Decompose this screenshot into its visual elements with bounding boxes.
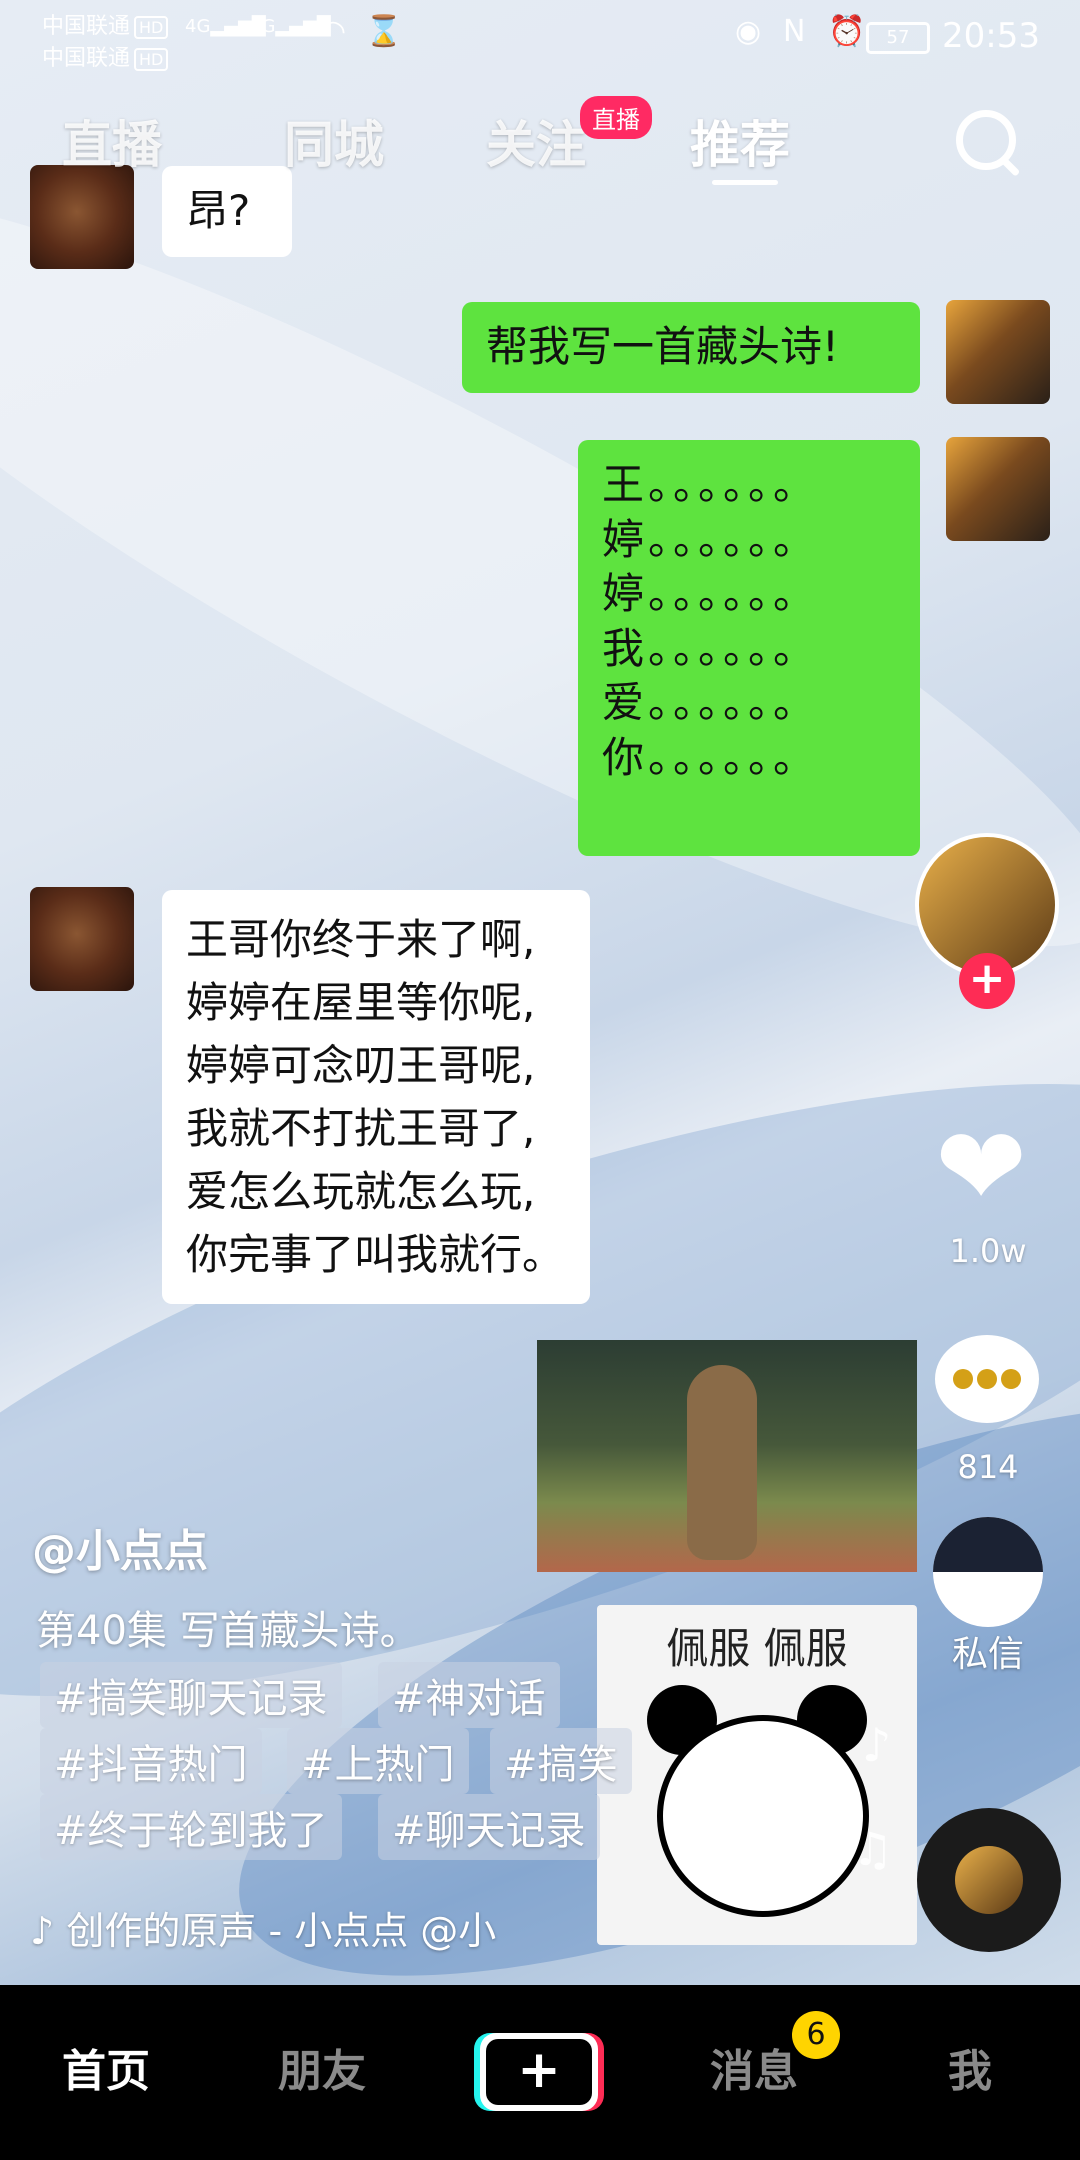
music-title: 创作的原声 - 小点点 @小 — [66, 1909, 497, 1953]
music-note-icon: ♪ — [862, 1718, 892, 1772]
like-heart-icon[interactable]: ❤ — [935, 1112, 1027, 1222]
hashtag[interactable]: #搞笑 — [490, 1728, 632, 1794]
status-bar: 中国联通 HD 中国联通 HD 4G▂▄▆█ 4G▂▄▆█ ◠ ⌛ ◉ N ⏰ 57… — [0, 0, 1080, 72]
chat-bubble-poem: 王。。。。。。 婷。。。。。。 婷。。。。。。 我。。。。。。 爱。。。。。。 … — [578, 440, 920, 856]
hashtag[interactable]: #上热门 — [287, 1728, 469, 1794]
reply-line: 婷婷在屋里等你呢, — [186, 978, 536, 1027]
search-icon[interactable] — [956, 110, 1016, 170]
tab-live[interactable]: 直播 — [62, 105, 162, 177]
marmot-photo — [537, 1340, 917, 1572]
carrier-label: 中国联通 HD — [42, 40, 169, 72]
alarm-icon: ⏰ — [828, 14, 866, 49]
music-note-icon: ♫ — [852, 1822, 894, 1876]
carrier-label: 中国联通 HD — [42, 8, 169, 40]
like-count: 1.0w — [949, 1232, 1027, 1270]
panda-face — [637, 1685, 877, 1935]
signal-icon: 4G▂▄▆█ — [250, 16, 331, 37]
eye-icon: ◉ — [735, 14, 762, 49]
create-button[interactable]: + — [474, 2033, 604, 2111]
chat-bubble-reply: 王哥你终于来了啊, 婷婷在屋里等你呢, 婷婷可念叨王哥呢, 我就不打扰王哥了, … — [162, 890, 590, 1304]
nav-friends[interactable]: 朋友 — [278, 2035, 366, 2099]
poem-line: 婷。。。。。。 — [602, 569, 820, 619]
hashtag[interactable]: #终于轮到我了 — [40, 1794, 342, 1860]
tab-following[interactable]: 关注 — [486, 105, 586, 177]
poem-line: 爱。。。。。。 — [602, 678, 820, 728]
reply-line: 王哥你终于来了啊, — [186, 915, 536, 964]
chat-bubble: 帮我写一首藏头诗! — [462, 302, 920, 393]
music-info[interactable]: ♪ 创作的原声 - 小点点 @小 — [30, 1900, 496, 1955]
music-note-icon: ♪ — [30, 1909, 55, 1953]
comment-count: 814 — [957, 1448, 1019, 1486]
top-tabs: 直播 同城 关注 推荐 — [0, 105, 1080, 185]
chat-avatar-self — [946, 437, 1050, 541]
nav-me[interactable]: 我 — [948, 2035, 992, 2099]
poem-line: 你。。。。。。 — [602, 732, 820, 782]
nav-home[interactable]: 首页 — [62, 2035, 150, 2099]
poem-line: 婷。。。。。。 — [602, 514, 820, 564]
meme-caption: 佩服 佩服 — [666, 1624, 848, 1673]
author-name[interactable]: @小点点 — [32, 1515, 208, 1579]
reply-line: 爱怎么玩就怎么玩, — [186, 1167, 536, 1216]
messages-badge: 6 — [792, 2011, 840, 2059]
wifi-icon: ◠ — [320, 14, 347, 49]
nfc-icon: N — [783, 14, 806, 49]
reply-line: 你完事了叫我就行。 — [186, 1230, 565, 1279]
hashtag[interactable]: #抖音热门 — [40, 1728, 262, 1794]
hashtag[interactable]: #聊天记录 — [378, 1794, 600, 1860]
clock: 20:53 — [942, 16, 1040, 56]
battery-icon: 57 — [866, 22, 930, 54]
hashtag[interactable]: #神对话 — [378, 1662, 560, 1728]
live-badge: 直播 — [580, 96, 652, 139]
poem-line: 我。。。。。。 — [602, 623, 820, 673]
nav-messages[interactable]: 消息 — [710, 2035, 798, 2099]
music-disc-icon[interactable] — [917, 1808, 1061, 1952]
active-tab-indicator — [712, 180, 778, 185]
chat-avatar-friend — [30, 887, 134, 991]
reply-line: 婷婷可念叨王哥呢, — [186, 1041, 536, 1090]
hourglass-icon: ⌛ — [365, 14, 403, 49]
chat-avatar-self — [946, 300, 1050, 404]
hashtag[interactable]: #搞笑聊天记录 — [40, 1662, 342, 1728]
marmot-figure — [687, 1365, 757, 1560]
tab-local[interactable]: 同城 — [284, 105, 384, 177]
dm-label[interactable]: 私信 — [918, 1625, 1058, 1677]
poem-line: 王。。。。。。 — [602, 460, 820, 509]
comment-icon[interactable] — [935, 1335, 1039, 1423]
video-description: 第40集 写首藏头诗。 — [36, 1608, 420, 1654]
follow-button[interactable]: + — [959, 953, 1015, 1009]
plus-icon: + — [486, 2039, 592, 2105]
panda-meme-image: 佩服 佩服 — [597, 1605, 917, 1945]
reply-line: 我就不打扰王哥了, — [186, 1104, 536, 1153]
bottom-nav: 首页 朋友 + 消息 我 — [0, 1985, 1080, 2160]
tab-recommended[interactable]: 推荐 — [690, 105, 790, 177]
dm-avatar-icon[interactable] — [933, 1517, 1043, 1627]
